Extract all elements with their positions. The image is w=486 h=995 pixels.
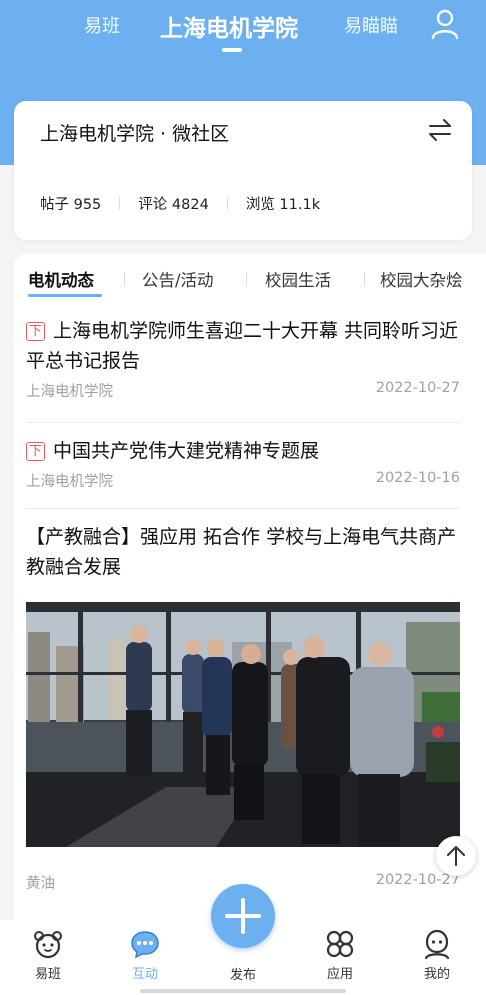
tab-divider [124,272,125,286]
community-title: 上海电机学院 · 微社区 [40,123,230,145]
person-icon [424,929,450,960]
feed-panel: 电机动态 公告/活动 校园生活 校园大杂烩 下上海电机学院师生喜迎二十大开幕 共… [14,254,486,954]
user-icon[interactable] [430,8,460,40]
post-meta: 上海电机学院 2022-10-16 [26,470,460,494]
post-date: 2022-10-16 [375,470,460,486]
post-author: 上海电机学院 [26,384,113,400]
post-date: 2022-10-27 [375,380,460,396]
stat-comments: 评论 4824 [138,197,209,213]
post-divider [26,422,460,423]
post-author: 上海电机学院 [26,474,113,490]
bear-icon [34,931,62,959]
bottom-tab-apps[interactable]: 应用 [305,928,375,982]
stat-divider [119,197,121,210]
arrow-up-icon [447,846,465,866]
bottom-tab-label: 发布 [229,968,256,983]
post-divider [26,508,460,509]
category-tabs: 电机动态 公告/活动 校园生活 校园大杂烩 [14,254,486,300]
tab-campus-misc[interactable]: 校园大杂烩 [380,267,463,291]
home-indicator [140,989,346,993]
top-nav: 易班 上海电机学院 易瞄瞄 [0,0,486,60]
bottom-tab-label: 互动 [131,967,158,982]
tab-divider [246,272,247,286]
stat-posts: 帖子 955 [40,197,102,213]
plus-icon [225,898,261,934]
bottom-tab-publish[interactable]: 发布 [208,964,278,983]
bottom-tab-label: 易班 [34,967,61,982]
bottom-tab-label: 我的 [423,967,450,982]
bottom-tab-interact[interactable]: 互动 [110,928,180,982]
community-card: 上海电机学院 · 微社区 帖子 955 评论 4824 浏览 11.1k [14,101,472,240]
back-to-top-button[interactable] [436,836,476,876]
pin-badge: 下 [26,442,45,461]
post-item[interactable]: 【产教融合】强应用 拓合作 学校与上海电气共商产教融合发展 [26,522,460,582]
chat-icon [131,931,159,959]
post-item[interactable]: 下中国共产党伟大建党精神专题展 上海电机学院 2022-10-16 [26,436,460,494]
nav-school[interactable]: 上海电机学院 [160,9,298,43]
bottom-tab-yiban[interactable]: 易班 [13,928,83,982]
apps-icon [326,930,354,958]
community-stats: 帖子 955 评论 4824 浏览 11.1k [40,193,320,214]
post-item[interactable]: 下上海电机学院师生喜迎二十大开幕 共同聆听习近平总书记报告 上海电机学院 202… [26,316,460,404]
tab-dianji-news[interactable]: 电机动态 [28,267,94,291]
post-title[interactable]: 下上海电机学院师生喜迎二十大开幕 共同聆听习近平总书记报告 [26,316,460,376]
stat-divider [226,197,228,210]
bottom-tab-label: 应用 [326,967,353,982]
tab-divider [364,272,365,286]
active-tab-underline [28,294,102,297]
swap-icon[interactable] [428,119,452,141]
stat-views: 浏览 11.1k [245,197,321,213]
post-title[interactable]: 【产教融合】强应用 拓合作 学校与上海电气共商产教融合发展 [26,522,460,582]
post-photo[interactable] [26,602,460,847]
nav-yiban[interactable]: 易班 [84,12,120,38]
post-author: 黄油 [26,876,55,892]
tab-campus-life[interactable]: 校园生活 [265,267,331,291]
tab-announcements[interactable]: 公告/活动 [142,267,214,291]
nav-yimiaomiao[interactable]: 易瞄瞄 [344,12,398,38]
nav-active-indicator [222,48,242,52]
post-title[interactable]: 下中国共产党伟大建党精神专题展 [26,436,460,466]
bottom-tab-mine[interactable]: 我的 [402,928,472,982]
pin-badge: 下 [26,322,45,341]
publish-button[interactable] [211,884,275,948]
post-meta: 上海电机学院 2022-10-27 [26,380,460,404]
